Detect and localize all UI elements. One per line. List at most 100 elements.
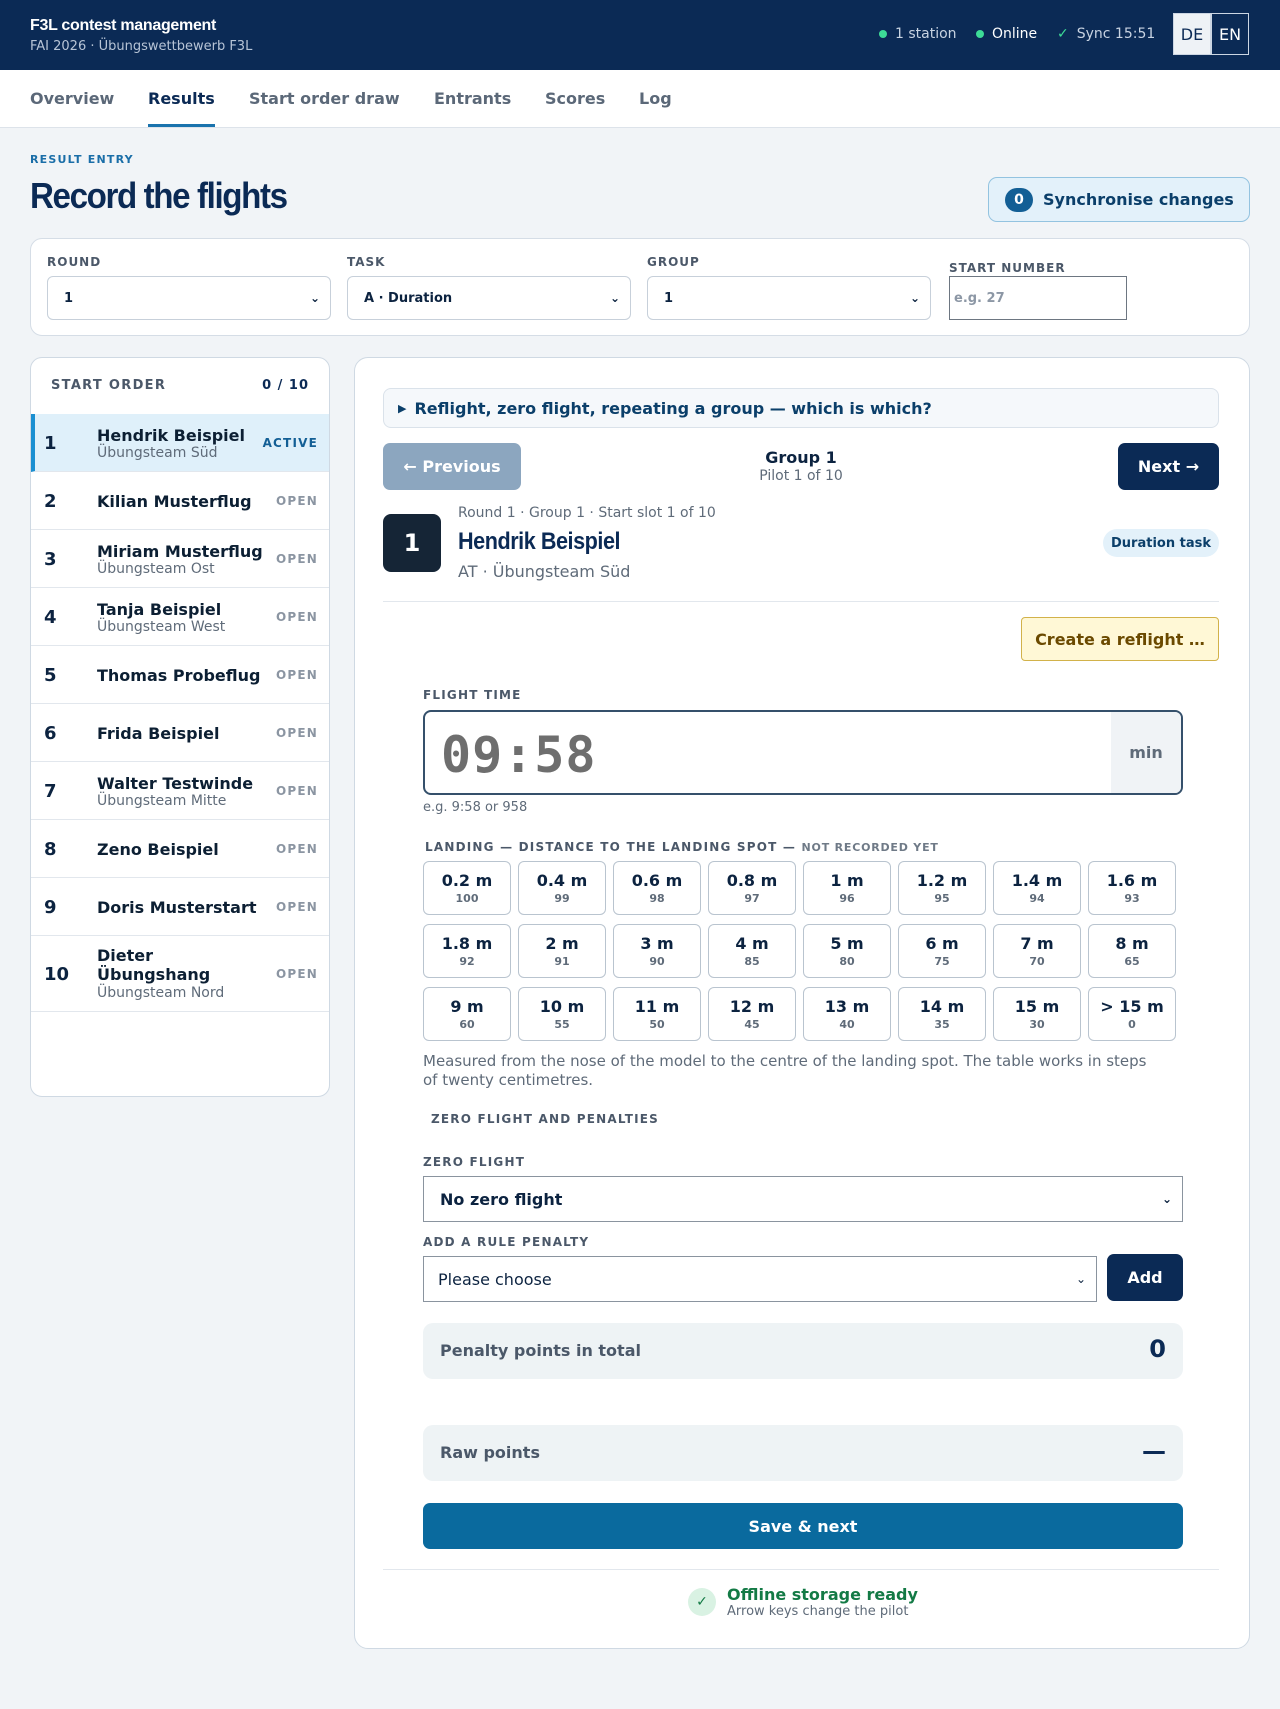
landing-distance-button[interactable]: 9 m 60 [423,987,511,1041]
landing-distance-button[interactable]: 4 m 85 [708,924,796,978]
item-name: Walter Testwinde [97,774,254,793]
lang-en-button[interactable]: EN [1211,13,1249,55]
landing-distance-button[interactable]: 2 m 91 [518,924,606,978]
start-order-item[interactable]: 8 Zeno Beispiel OPEN [31,820,329,878]
start-order-item[interactable]: 9 Doris Musterstart OPEN [31,878,329,936]
landing-distance: 15 m [1014,997,1060,1016]
penalty-value: Please choose [438,1269,552,1289]
flight-time-input[interactable]: 09:58 min [423,710,1183,795]
start-order-item[interactable]: 1 Hendrik Beispiel Übungsteam Süd ACTIVE [31,414,329,472]
zero-flight-select[interactable]: No zero flight ⌄ [423,1176,1183,1222]
landing-distance-button[interactable]: 1.2 m 95 [898,861,986,915]
landing-distance: 0.2 m [441,871,493,890]
tab-scores[interactable]: Scores [545,89,605,108]
main-tabs: Overview Results Start order draw Entran… [0,70,1280,128]
landing-distance-button[interactable]: 8 m 65 [1088,924,1176,978]
landing-note: Measured from the nose of the model to t… [423,1052,1147,1089]
landing-distance-button[interactable]: 12 m 45 [708,987,796,1041]
synchronise-button[interactable]: 0 Synchronise changes [988,177,1250,222]
landing-distance-button[interactable]: 1.4 m 94 [993,861,1081,915]
landing-distance-button[interactable]: 10 m 55 [518,987,606,1041]
tab-start-order-draw[interactable]: Start order draw [249,89,400,108]
tab-entrants[interactable]: Entrants [434,89,511,108]
landing-distance: 1.2 m [916,871,968,890]
landing-distance-button[interactable]: 14 m 35 [898,987,986,1041]
landing-distance-button[interactable]: 13 m 40 [803,987,891,1041]
task-label: TASK [347,255,386,269]
zero-penalty-section-title: ZERO FLIGHT AND PENALTIES [431,1112,660,1126]
active-tab-indicator [148,124,215,127]
start-number-placeholder: e.g. 27 [954,290,1005,306]
penalty-select[interactable]: Please choose ⌄ [423,1256,1097,1302]
landing-distance-button[interactable]: 0.6 m 98 [613,861,701,915]
tab-log[interactable]: Log [639,89,672,108]
landing-points: 30 [1029,1018,1045,1031]
item-state: OPEN [275,552,318,566]
lang-de-button[interactable]: DE [1173,13,1211,55]
landing-distance-button[interactable]: 0.4 m 99 [518,861,606,915]
landing-points: 98 [649,892,665,905]
landing-distance: 8 m [1115,934,1149,953]
round-value: 1 [64,290,74,306]
item-name: Thomas Probeflug [97,666,261,685]
landing-distance: 1 m [830,871,864,890]
landing-distance-button[interactable]: 1.6 m 93 [1088,861,1176,915]
item-team: Übungsteam Nord [97,985,225,1001]
add-penalty-button[interactable]: Add [1107,1254,1183,1301]
landing-status: NOT RECORDED YET [801,841,939,854]
landing-label: LANDING — DISTANCE TO THE LANDING SPOT —… [425,840,939,854]
group-select[interactable]: 1 ⌄ [647,276,931,320]
landing-distance-button[interactable]: 7 m 70 [993,924,1081,978]
task-select[interactable]: A · Duration ⌄ [347,276,631,320]
item-number: 4 [44,607,57,628]
landing-points: 92 [459,955,475,968]
landing-distance-button[interactable]: 15 m 30 [993,987,1081,1041]
landing-distance-button[interactable]: 3 m 90 [613,924,701,978]
result-entry-panel: ▶ Reflight, zero flight, repeating a gro… [354,357,1250,1649]
landing-distance-button[interactable]: 5 m 80 [803,924,891,978]
start-order-item[interactable]: 7 Walter Testwinde Übungsteam Mitte OPEN [31,762,329,820]
flight-time-hint: e.g. 9:58 or 958 [423,800,528,815]
landing-points: 100 [455,892,479,905]
item-number: 5 [44,665,57,686]
landing-points: 97 [744,892,760,905]
start-order-item[interactable]: 10 Dieter Übungshang Übungsteam Nord OPE… [31,936,329,1012]
item-state: OPEN [275,784,318,798]
landing-distance-button[interactable]: 0.2 m 100 [423,861,511,915]
round-label: ROUND [47,255,102,269]
landing-distance-button[interactable]: 6 m 75 [898,924,986,978]
landing-points: 95 [934,892,950,905]
tab-overview[interactable]: Overview [30,89,114,108]
round-select[interactable]: 1 ⌄ [47,276,331,320]
landing-points: 35 [934,1018,950,1031]
landing-distance-button[interactable]: 1 m 96 [803,861,891,915]
item-state: OPEN [275,726,318,740]
landing-distance-button[interactable]: 1.8 m 92 [423,924,511,978]
task-badge: Duration task [1103,529,1219,557]
item-state: OPEN [275,900,318,914]
save-and-next-button[interactable]: Save & next [423,1503,1183,1549]
start-order-item[interactable]: 4 Tanja Beispiel Übungsteam West OPEN [31,588,329,646]
landing-points: 40 [839,1018,855,1031]
pilot-position: Pilot 1 of 10 [759,468,843,484]
start-order-item[interactable]: 5 Thomas Probeflug OPEN [31,646,329,704]
start-order-item[interactable]: 3 Miriam Musterflug Übungsteam Ost OPEN [31,530,329,588]
next-pilot-button[interactable]: Next → [1118,443,1219,490]
landing-distance-button[interactable]: 0.8 m 97 [708,861,796,915]
landing-distance-button[interactable]: > 15 m 0 [1088,987,1176,1041]
create-reflight-button[interactable]: Create a reflight … [1021,617,1219,661]
tab-results[interactable]: Results [148,89,215,108]
filter-bar: ROUND 1 ⌄ TASK A · Duration ⌄ GROUP 1 ⌄ STA… [30,238,1250,336]
help-disclosure[interactable]: ▶ Reflight, zero flight, repeating a gro… [383,388,1219,428]
start-order-item[interactable]: 6 Frida Beispiel OPEN [31,704,329,762]
check-icon: ✓ [1057,26,1069,42]
start-number-label: START NUMBER [949,261,1066,275]
landing-distance: 10 m [539,997,585,1016]
start-order-panel: START ORDER 0 / 10 1 Hendrik Beispiel Üb… [30,357,330,1097]
landing-distance-button[interactable]: 11 m 50 [613,987,701,1041]
page-title: Record the flights [30,175,288,216]
group-label: GROUP [647,255,700,269]
start-order-item[interactable]: 2 Kilian Musterflug OPEN [31,472,329,530]
previous-pilot-button[interactable]: ← Previous [383,443,521,490]
start-number-input[interactable]: e.g. 27 [949,276,1127,320]
